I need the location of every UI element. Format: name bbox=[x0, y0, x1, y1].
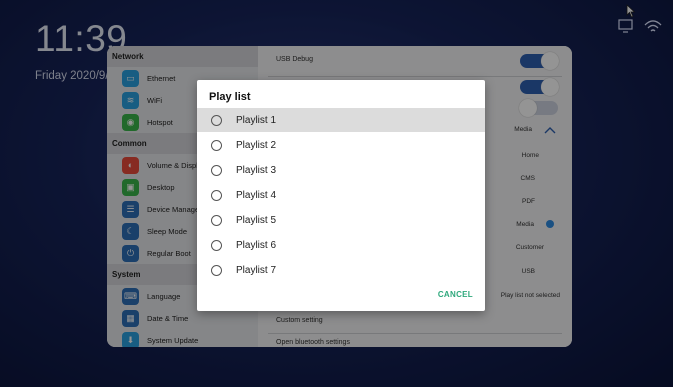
playlist-option-6[interactable]: Playlist 6 bbox=[197, 233, 485, 257]
playlist-label: Playlist 2 bbox=[236, 139, 277, 151]
radio-icon bbox=[211, 139, 222, 151]
playlist-option-5[interactable]: Playlist 5 bbox=[197, 208, 485, 232]
radio-icon bbox=[211, 114, 222, 126]
playlist-option-4[interactable]: Playlist 4 bbox=[197, 183, 485, 207]
radio-icon bbox=[211, 239, 222, 251]
dialog-title: Play list bbox=[209, 91, 251, 103]
playlist-option-1[interactable]: Playlist 1 bbox=[197, 108, 485, 132]
playlist-label: Playlist 4 bbox=[236, 189, 277, 201]
playlist-option-7[interactable]: Playlist 7 bbox=[197, 258, 485, 282]
radio-icon bbox=[211, 214, 222, 226]
playlist-option-2[interactable]: Playlist 2 bbox=[197, 133, 485, 157]
radio-icon bbox=[211, 164, 222, 176]
radio-icon bbox=[211, 189, 222, 201]
playlist-label: Playlist 3 bbox=[236, 164, 277, 176]
playlist-label: Playlist 1 bbox=[236, 114, 277, 126]
playlist-dialog: Play list Playlist 1 Playlist 2 Playlist… bbox=[197, 80, 485, 311]
playlist-label: Playlist 6 bbox=[236, 239, 277, 251]
playlist-option-3[interactable]: Playlist 3 bbox=[197, 158, 485, 182]
playlist-label: Playlist 5 bbox=[236, 214, 277, 226]
radio-icon bbox=[211, 264, 222, 276]
playlist-label: Playlist 7 bbox=[236, 264, 277, 276]
cancel-button[interactable]: CANCEL bbox=[438, 290, 473, 299]
